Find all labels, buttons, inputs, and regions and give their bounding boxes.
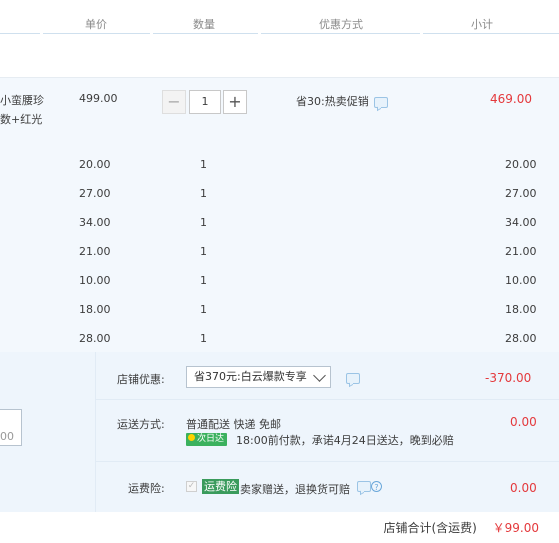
sub-item-price: 27.00 <box>79 187 111 200</box>
message-icon[interactable] <box>346 373 360 384</box>
sub-item-subtotal: 27.00 <box>505 187 537 200</box>
sub-item-qty: 1 <box>200 303 207 316</box>
sub-item-price: 10.00 <box>79 274 111 287</box>
delivery-promise: 18:00前付款，承诺4月24日送达，晚到必赔 <box>236 434 454 447</box>
sub-item-qty: 1 <box>200 187 207 200</box>
freight-insurance-amount: 0.00 <box>510 481 537 495</box>
shop-total-amount: ￥99.00 <box>492 521 539 535</box>
next-day-badge-label: 次日达 <box>197 434 225 444</box>
message-icon[interactable] <box>374 97 388 108</box>
header-unit-price: 单价 <box>85 18 107 31</box>
row-divider <box>96 399 559 400</box>
lightning-icon <box>188 434 195 441</box>
item-subtotal: 469.00 <box>490 92 532 106</box>
shipping-method: 普通配送 快递 免邮 <box>186 418 281 431</box>
quantity-input[interactable]: 1 <box>189 90 221 114</box>
item-unit-price: 499.00 <box>79 92 118 105</box>
header-quantity: 数量 <box>193 18 215 31</box>
sub-item-subtotal: 34.00 <box>505 216 537 229</box>
sub-item-subtotal: 10.00 <box>505 274 537 287</box>
sub-item-qty: 1 <box>200 216 207 229</box>
sub-item-price: 20.00 <box>79 158 111 171</box>
sub-item-qty: 1 <box>200 332 207 345</box>
buyer-note-input[interactable]: 00 <box>0 409 22 446</box>
sub-item-subtotal: 20.00 <box>505 158 537 171</box>
buyer-note-value: 00 <box>0 430 14 443</box>
section-spacer <box>0 34 559 77</box>
shop-total: 店铺合计(含运费) ￥99.00 <box>383 519 539 536</box>
item-title-line2[interactable]: 数+红光 <box>0 111 42 127</box>
header-discount-method: 优惠方式 <box>319 18 363 31</box>
help-icon[interactable]: ? <box>371 481 382 492</box>
shipping-amount: 0.00 <box>510 415 537 429</box>
sub-item-subtotal: 21.00 <box>505 245 537 258</box>
shop-discount-selected: 省370元:白云爆款专享 <box>194 370 307 383</box>
options-divider <box>95 352 96 512</box>
item-title-line1[interactable]: 小蛮腰珍 <box>0 92 44 108</box>
sub-item-price: 34.00 <box>79 216 111 229</box>
next-day-badge: 次日达 <box>186 433 228 446</box>
freight-insurance-desc: 卖家赠送，退换货可赔 <box>240 483 350 496</box>
sub-item-qty: 1 <box>200 245 207 258</box>
row-divider <box>96 461 559 462</box>
sub-item-qty: 1 <box>200 274 207 287</box>
quantity-decrease-button[interactable]: − <box>162 90 186 114</box>
chevron-down-icon <box>313 369 326 382</box>
sub-item-price: 28.00 <box>79 332 111 345</box>
shop-discount-amount: -370.00 <box>485 371 532 385</box>
sub-item-subtotal: 18.00 <box>505 303 537 316</box>
shipping-label: 运送方式: <box>117 418 165 431</box>
sub-item-price: 21.00 <box>79 245 111 258</box>
quantity-increase-button[interactable]: + <box>223 90 247 114</box>
sub-item-subtotal: 28.00 <box>505 332 537 345</box>
sub-item-qty: 1 <box>200 158 207 171</box>
promo-text: 省30:热卖促销 <box>296 95 369 108</box>
header-subtotal: 小计 <box>471 18 493 31</box>
freight-insurance-label: 运费险: <box>128 482 165 495</box>
freight-insurance-checkbox[interactable]: ✓ <box>186 481 197 492</box>
shop-total-label: 店铺合计(含运费) <box>383 521 477 535</box>
sub-item-price: 18.00 <box>79 303 111 316</box>
shop-discount-label: 店铺优惠: <box>117 373 165 386</box>
shop-discount-select[interactable]: 省370元:白云爆款专享 <box>186 366 331 388</box>
message-icon[interactable] <box>357 481 371 492</box>
cart-header: 单价 数量 优惠方式 小计 <box>0 0 559 34</box>
freight-insurance-badge: 运费险 <box>202 479 239 494</box>
